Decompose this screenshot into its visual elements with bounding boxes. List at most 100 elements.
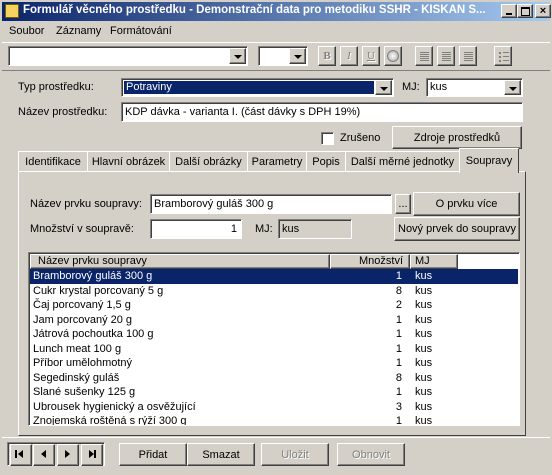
typ-value: Potraviny [123, 80, 375, 95]
cell-name: Jam porcovaný 20 g [33, 313, 133, 326]
cell-mnozstvi: 8 [395, 284, 402, 297]
cell-mj: kus [415, 371, 433, 384]
zruseno-checkbox[interactable] [321, 132, 334, 145]
tab-dalsi-merne-jednotky[interactable]: Další měrné jednotky [345, 151, 460, 172]
tab-popis[interactable]: Popis [306, 151, 346, 172]
maximize-icon [520, 6, 530, 16]
cell-mnozstvi: 3 [395, 400, 402, 413]
chevron-down-icon[interactable] [229, 48, 246, 64]
menu-bar: Soubor Záznamy Formátování [2, 23, 550, 41]
ulozit-button[interactable]: Uložit [261, 443, 329, 466]
table-body: Bramborový guláš 300 g 1 kus Cukr krystal p… [30, 269, 518, 425]
obnovit-button[interactable]: Obnovit [337, 443, 405, 466]
cell-mj: kus [415, 328, 433, 341]
table-row[interactable]: Příbor umělohmotný 1 kus [30, 356, 518, 371]
cell-name: Ubrousek hygienický a osvěžující [33, 400, 196, 413]
tab-parametry[interactable]: Parametry [247, 151, 307, 172]
tab-identifikace[interactable]: Identifikace [18, 151, 88, 172]
menu-zaznamy[interactable]: Záznamy [56, 25, 101, 37]
cell-mj: kus [415, 386, 433, 399]
minimize-button[interactable] [501, 4, 517, 18]
tab-soupravy[interactable]: Soupravy [459, 148, 519, 173]
prev-record-icon[interactable] [33, 444, 55, 466]
font-size-combo[interactable] [258, 46, 308, 66]
nazev-field[interactable]: KDP dávka - varianta I. (část dávky s DP… [121, 102, 523, 122]
maximize-button[interactable] [517, 4, 533, 18]
mj-label: MJ: [402, 81, 420, 93]
table-row[interactable]: Jam porcovaný 20 g 1 kus [30, 313, 518, 328]
cell-name: Bramborový guláš 300 g [33, 270, 153, 283]
align-right-icon[interactable] [459, 46, 477, 66]
items-table[interactable]: Název prvku soupravy Množství MJ Brambor… [28, 252, 520, 426]
nazev-prvku-label: Název prvku soupravy: [30, 198, 142, 210]
cell-mj: kus [415, 415, 433, 426]
chevron-down-icon[interactable] [289, 48, 306, 64]
cell-name: Čaj porcovaný 1,5 g [33, 299, 131, 312]
cell-name: Lunch meat 100 g [33, 342, 122, 355]
cell-mj: kus [415, 313, 433, 326]
table-row[interactable]: Segedinský guláš 8 kus [30, 371, 518, 386]
table-row[interactable]: Cukr krystal porcovaný 5 g 8 kus [30, 284, 518, 299]
underline-icon[interactable]: U [362, 46, 380, 66]
table-row[interactable]: Bramborový guláš 300 g 1 kus [30, 269, 518, 284]
list-icon[interactable] [494, 46, 512, 66]
app-icon[interactable] [5, 4, 19, 18]
nazev-value: KDP dávka - varianta I. (část dávky s DP… [125, 106, 361, 118]
ellipsis-button[interactable]: ... [395, 194, 411, 214]
cell-name: Slané sušenky 125 g [33, 386, 136, 399]
zdroje-button[interactable]: Zdroje prostředků [392, 126, 522, 149]
mj-soupravy-field: kus [278, 219, 352, 239]
mnozstvi-field[interactable]: 1 [150, 219, 242, 239]
nazev-prvku-value: Bramborový guláš 300 g [154, 198, 274, 210]
cell-name: Segedinský guláš [33, 371, 120, 384]
align-left-icon[interactable] [415, 46, 433, 66]
cell-mnozstvi: 1 [395, 270, 402, 283]
cell-name: Cukr krystal porcovaný 5 g [33, 284, 164, 297]
tab-dalsi-obrazky[interactable]: Další obrázky [169, 151, 248, 172]
chevron-down-icon[interactable] [504, 80, 521, 95]
nazev-prvku-field[interactable]: Bramborový guláš 300 g [150, 194, 392, 214]
cell-name: Znojemská roštěná s rýží 300 g [33, 415, 187, 426]
typ-combo[interactable]: Potraviny [121, 78, 394, 97]
italic-icon[interactable]: I [340, 46, 358, 66]
last-record-icon[interactable] [81, 444, 103, 466]
table-header-name[interactable]: Název prvku soupravy [30, 254, 330, 269]
nazev-label: Název prostředku: [18, 106, 108, 118]
menu-formatovani[interactable]: Formátování [110, 25, 172, 37]
table-header-mnozstvi[interactable]: Množství [330, 254, 410, 269]
cell-mj: kus [415, 357, 433, 370]
close-button[interactable]: × [535, 4, 551, 18]
mnozstvi-label: Množství v soupravě: [30, 223, 134, 235]
menu-soubor[interactable]: Soubor [9, 25, 44, 37]
smazat-button[interactable]: Smazat [187, 443, 255, 466]
tab-hlavni-obrazek[interactable]: Hlavní obrázek [87, 151, 170, 172]
novy-prvek-button[interactable]: Nový prvek do soupravy [394, 217, 520, 241]
table-row[interactable]: Slané sušenky 125 g 1 kus [30, 385, 518, 400]
table-row[interactable]: Znojemská roštěná s rýží 300 g 1 kus [30, 414, 518, 426]
font-name-combo[interactable] [8, 46, 248, 66]
cell-mj: kus [415, 270, 433, 283]
table-row[interactable]: Čaj porcovaný 1,5 g 2 kus [30, 298, 518, 313]
next-record-icon[interactable] [57, 444, 79, 466]
table-row[interactable]: Lunch meat 100 g 1 kus [30, 342, 518, 357]
color-icon[interactable] [384, 46, 402, 66]
window-title: Formulář věcného prostředku - Demonstrač… [23, 4, 486, 16]
table-row[interactable]: Ubrousek hygienický a osvěžující 3 kus [30, 400, 518, 415]
first-record-icon[interactable] [10, 444, 32, 466]
cell-mnozstvi: 1 [395, 313, 402, 326]
cell-mnozstvi: 1 [395, 386, 402, 399]
bold-icon[interactable]: B [318, 46, 336, 66]
cell-mj: kus [415, 284, 433, 297]
cell-mj: kus [415, 299, 433, 312]
cell-mj: kus [415, 342, 433, 355]
o-prvku-button[interactable]: O prvku více [413, 192, 520, 216]
chevron-down-icon[interactable] [375, 80, 392, 95]
pridat-button[interactable]: Přidat [119, 443, 187, 466]
align-center-icon[interactable] [437, 46, 455, 66]
mj-combo[interactable]: kus [426, 78, 523, 97]
cell-mnozstvi: 1 [395, 342, 402, 355]
mnozstvi-value: 1 [230, 223, 237, 235]
table-row[interactable]: Játrová pochoutka 100 g 1 kus [30, 327, 518, 342]
cell-mnozstvi: 8 [395, 371, 402, 384]
table-header-mj[interactable]: MJ [410, 254, 458, 269]
